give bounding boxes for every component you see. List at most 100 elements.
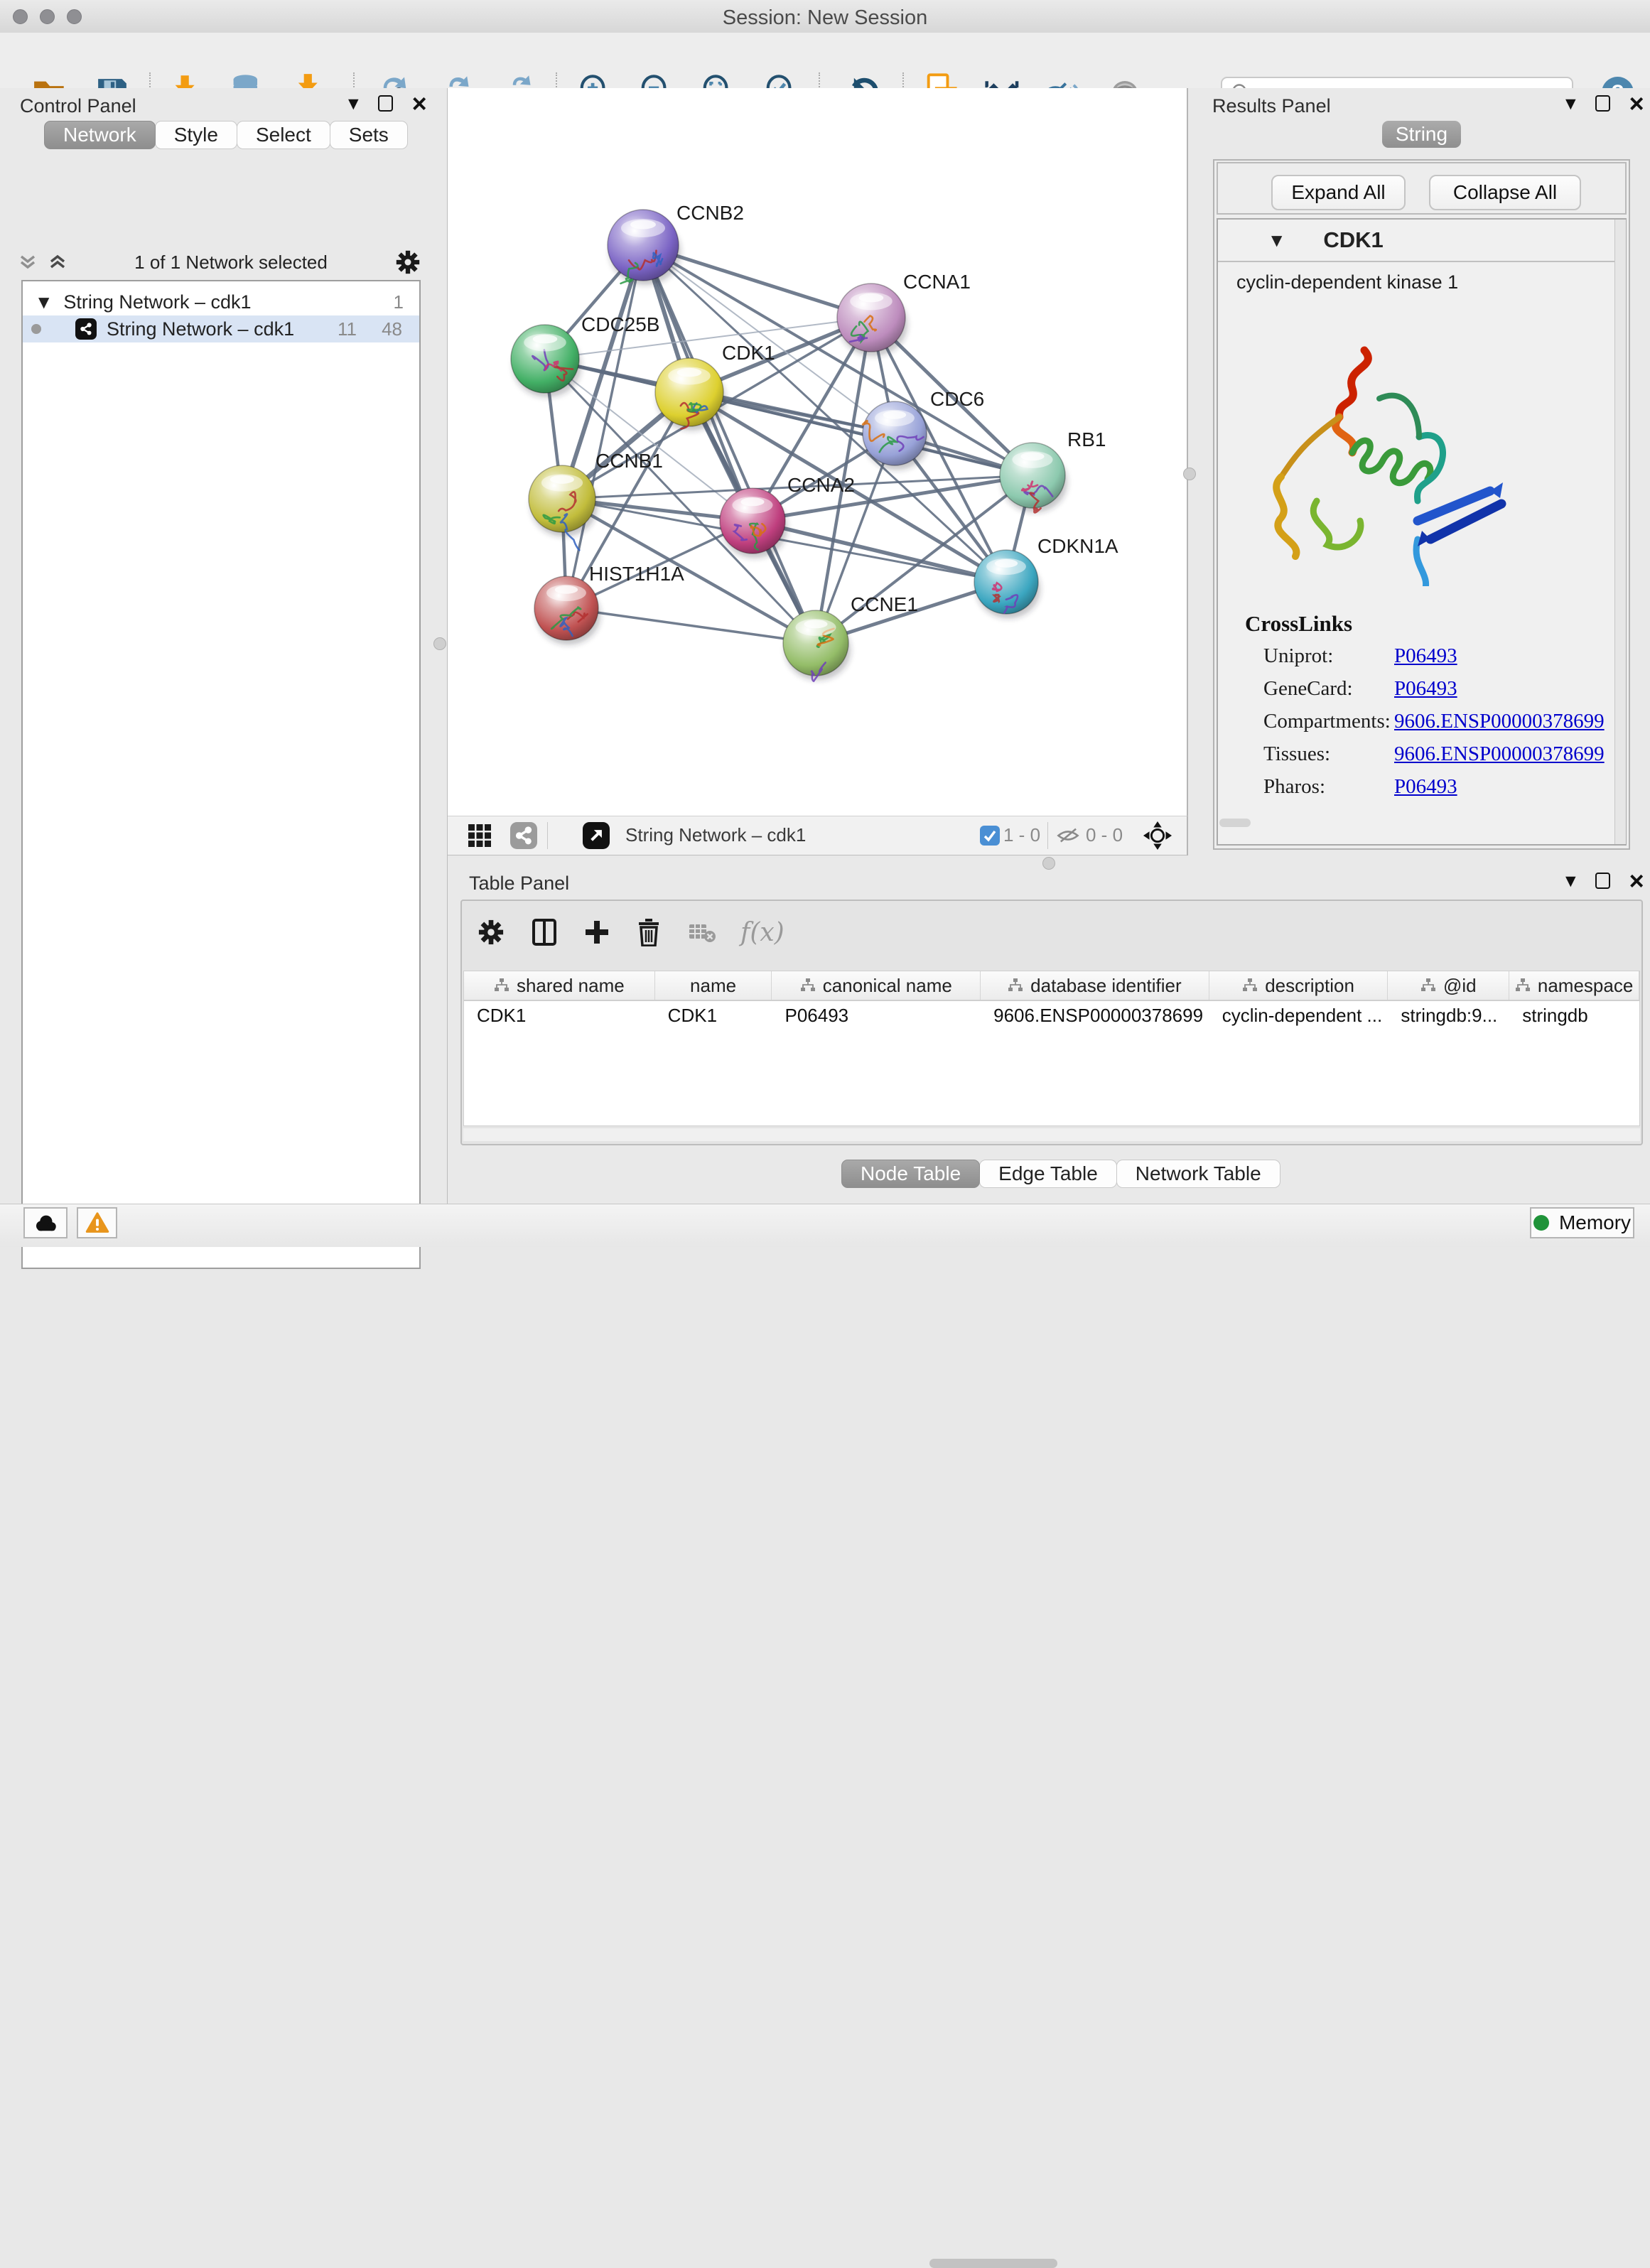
- selected-counts: 1 - 0: [1003, 824, 1040, 846]
- column-header-namespace[interactable]: namespace: [1509, 971, 1639, 1000]
- node-label-RB1: RB1: [1067, 428, 1106, 450]
- tab-edge-table[interactable]: Edge Table: [979, 1160, 1117, 1188]
- table-cell[interactable]: CDK1: [655, 1001, 772, 1030]
- column-header-name[interactable]: name: [655, 971, 772, 1000]
- results-scrollbar[interactable]: [1614, 220, 1626, 844]
- warnings-button[interactable]: [77, 1207, 117, 1238]
- control-panel-title: Control Panel: [20, 95, 136, 117]
- section-collapse-icon[interactable]: ▼: [1271, 232, 1282, 249]
- close-panel-icon[interactable]: ×: [1629, 874, 1644, 888]
- warning-icon: [85, 1211, 109, 1234]
- tab-network[interactable]: Network: [44, 121, 156, 149]
- tab-network-table[interactable]: Network Table: [1116, 1160, 1280, 1188]
- table-hscroll-thumb[interactable]: [929, 2259, 1057, 2268]
- protein-structure-image: [1240, 330, 1538, 586]
- left-splitter-handle[interactable]: [433, 637, 446, 650]
- memory-button[interactable]: Memory: [1530, 1207, 1634, 1238]
- results-hscroll-thumb[interactable]: [1219, 819, 1251, 827]
- network-node-HIST1H1A[interactable]: HIST1H1A: [534, 563, 684, 644]
- crosslink-value[interactable]: 9606.ENSP00000378699: [1394, 710, 1605, 733]
- network-graph[interactable]: CCNB2CCNA1CDC25BCDK1CDC6RB1CCNB1CCNA2CDK…: [448, 88, 1185, 816]
- collapse-all-button[interactable]: Collapse All: [1429, 175, 1581, 210]
- panel-menu-icon[interactable]: ▼: [1565, 873, 1576, 889]
- panel-menu-icon[interactable]: ▼: [1565, 96, 1576, 112]
- tab-string[interactable]: String: [1382, 121, 1461, 148]
- table-cell[interactable]: stringdb:9...: [1388, 1001, 1509, 1030]
- node-gloss: [677, 368, 702, 377]
- table-header-row: shared namenamecanonical namedatabase id…: [464, 971, 1639, 1001]
- network-collection-label: String Network – cdk1: [63, 291, 251, 313]
- table-row[interactable]: CDK1CDK1P064939606.ENSP00000378699cyclin…: [464, 1001, 1639, 1030]
- expand-all-button[interactable]: Expand All: [1271, 175, 1406, 210]
- bottom-splitter-handle[interactable]: [1042, 857, 1055, 870]
- column-header-description[interactable]: description: [1209, 971, 1389, 1000]
- tab-style[interactable]: Style: [155, 121, 237, 149]
- collapse-all-icon[interactable]: [18, 254, 37, 271]
- network-node-CDK1[interactable]: CDK1: [655, 342, 775, 431]
- table-hscrollbar[interactable]: [463, 1128, 1640, 1141]
- delete-table-icon[interactable]: [688, 920, 716, 944]
- node-table: shared namenamecanonical namedatabase id…: [463, 971, 1640, 1126]
- node-gloss: [859, 293, 884, 302]
- column-header-shared-name[interactable]: shared name: [464, 971, 655, 1000]
- function-builder-icon[interactable]: f(x): [740, 918, 784, 947]
- crosslink-row: GeneCard:P06493: [1263, 672, 1605, 705]
- float-panel-icon[interactable]: [378, 95, 393, 112]
- network-collection-row[interactable]: ▼ String Network – cdk1 1: [23, 288, 419, 315]
- table-cell[interactable]: cyclin-dependent ...: [1209, 1001, 1389, 1030]
- crosshair-icon[interactable]: [1143, 821, 1172, 850]
- create-column-icon[interactable]: [584, 918, 610, 946]
- table-cell[interactable]: 9606.ENSP00000378699: [981, 1001, 1209, 1030]
- shared-column-icon: [1515, 978, 1531, 993]
- node-label-CCNB2: CCNB2: [676, 202, 744, 224]
- network-node-CCNE1[interactable]: CCNE1: [783, 593, 918, 681]
- network-node-RB1[interactable]: RB1: [1000, 428, 1106, 512]
- network-label: String Network – cdk1: [107, 318, 294, 340]
- network-node-CCNA1[interactable]: CCNA1: [837, 271, 971, 356]
- detach-view-icon[interactable]: [581, 821, 611, 850]
- delete-column-icon[interactable]: [637, 918, 661, 946]
- table-panel-tabs: Node TableEdge TableNetwork Table: [842, 1160, 1280, 1188]
- protein-section-header[interactable]: ▼ CDK1: [1218, 220, 1625, 262]
- float-panel-icon[interactable]: [1595, 95, 1610, 112]
- column-header--id[interactable]: @id: [1388, 971, 1509, 1000]
- node-label-CDC25B: CDC25B: [581, 313, 659, 335]
- close-panel-icon[interactable]: ×: [412, 97, 427, 111]
- network-canvas[interactable]: CCNB2CCNA1CDC25BCDK1CDC6RB1CCNB1CCNA2CDK…: [448, 88, 1188, 816]
- table-cell[interactable]: P06493: [772, 1001, 981, 1030]
- hidden-eye-icon[interactable]: [1053, 821, 1083, 850]
- network-node-CDKN1A[interactable]: CDKN1A: [974, 535, 1118, 618]
- grid-view-icon[interactable]: [465, 821, 495, 850]
- crosslink-label: Compartments:: [1263, 710, 1394, 733]
- crosslink-value[interactable]: P06493: [1394, 775, 1457, 799]
- table-cell[interactable]: stringdb: [1509, 1001, 1639, 1030]
- float-panel-icon[interactable]: [1595, 873, 1610, 889]
- expand-all-icon[interactable]: [48, 254, 67, 271]
- share-network-icon[interactable]: [509, 821, 539, 850]
- network-node-CDC25B[interactable]: CDC25B: [511, 313, 659, 397]
- crosslink-value[interactable]: P06493: [1394, 677, 1457, 701]
- network-options-gear-icon[interactable]: [395, 249, 421, 275]
- tab-node-table[interactable]: Node Table: [841, 1160, 980, 1188]
- panel-menu-icon[interactable]: ▼: [348, 96, 359, 112]
- close-panel-icon[interactable]: ×: [1629, 97, 1644, 111]
- memory-label: Memory: [1559, 1211, 1631, 1234]
- tab-sets[interactable]: Sets: [330, 121, 408, 149]
- crosslink-value[interactable]: 9606.ENSP00000378699: [1394, 742, 1605, 766]
- viewbar-separator: [1047, 822, 1048, 849]
- right-splitter-handle[interactable]: [1183, 468, 1196, 480]
- tree-expand-icon[interactable]: ▼: [38, 293, 49, 310]
- network-edge[interactable]: [566, 608, 816, 643]
- table-options-gear-icon[interactable]: [478, 919, 505, 946]
- column-header-database-identifier[interactable]: database identifier: [981, 971, 1209, 1000]
- network-node-CCNB1[interactable]: CCNB1: [529, 450, 663, 550]
- selected-checkbox-icon[interactable]: [975, 821, 1005, 850]
- network-row-selected[interactable]: String Network – cdk1 11 48: [23, 315, 419, 342]
- cloud-button[interactable]: [23, 1207, 68, 1238]
- tab-select[interactable]: Select: [237, 121, 330, 149]
- show-columns-icon[interactable]: [532, 918, 557, 946]
- column-header-canonical-name[interactable]: canonical name: [772, 971, 981, 1000]
- node-label-CDC6: CDC6: [930, 388, 984, 410]
- crosslink-value[interactable]: P06493: [1394, 644, 1457, 668]
- table-cell[interactable]: CDK1: [464, 1001, 655, 1030]
